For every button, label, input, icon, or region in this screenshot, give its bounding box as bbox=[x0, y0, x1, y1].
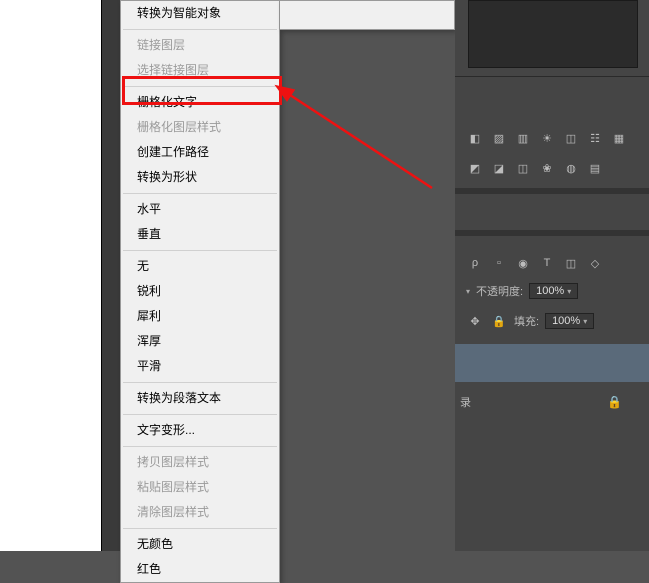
chevron-down-icon[interactable]: ▾ bbox=[466, 287, 470, 296]
canvas-area bbox=[0, 0, 102, 551]
adjustment-icon[interactable]: ◫ bbox=[562, 130, 580, 146]
adjustment-icon[interactable]: ❀ bbox=[538, 160, 556, 176]
menu-vertical[interactable]: 垂直 bbox=[121, 222, 279, 247]
fill-label: 填充: bbox=[514, 313, 539, 329]
menu-convert-smart[interactable]: 转换为智能对象 bbox=[121, 1, 279, 26]
adjustment-icon[interactable]: ▤ bbox=[586, 160, 604, 176]
separator bbox=[123, 382, 277, 383]
menu-create-path[interactable]: 创建工作路径 bbox=[121, 140, 279, 165]
eye-icon[interactable]: ◉ bbox=[514, 255, 532, 271]
move-icon[interactable]: ✥ bbox=[466, 313, 484, 329]
adjustment-icon[interactable]: ◩ bbox=[466, 160, 484, 176]
separator bbox=[123, 414, 277, 415]
adjustment-icon[interactable]: ▨ bbox=[490, 130, 508, 146]
separator bbox=[123, 528, 277, 529]
menu-no-color[interactable]: 无颜色 bbox=[121, 532, 279, 557]
adjustment-icon[interactable]: ◧ bbox=[466, 130, 484, 146]
adjustment-icon[interactable]: ▥ bbox=[514, 130, 532, 146]
annotation-arrow bbox=[272, 78, 462, 208]
menu-copy-style: 拷贝图层样式 bbox=[121, 450, 279, 475]
adjustment-icon[interactable]: ◍ bbox=[562, 160, 580, 176]
adjustment-icon[interactable]: ◫ bbox=[514, 160, 532, 176]
lock-icon[interactable]: 🔒 bbox=[490, 313, 508, 329]
separator bbox=[123, 250, 277, 251]
menu-link-layers: 链接图层 bbox=[121, 33, 279, 58]
menu-paragraph[interactable]: 转换为段落文本 bbox=[121, 386, 279, 411]
opacity-label: 不透明度: bbox=[476, 283, 523, 299]
separator bbox=[123, 193, 277, 194]
menu-clear-style: 清除图层样式 bbox=[121, 500, 279, 525]
menu-rasterize-style: 栅格化图层样式 bbox=[121, 115, 279, 140]
layer-context-menu: 转换为智能对象 链接图层 选择链接图层 栅格化文字 栅格化图层样式 创建工作路径… bbox=[120, 0, 280, 583]
adjustment-icon[interactable]: ☷ bbox=[586, 130, 604, 146]
menu-aa-strong[interactable]: 浑厚 bbox=[121, 329, 279, 354]
opacity-value[interactable]: 100%▾ bbox=[529, 283, 578, 299]
menu-aa-smooth[interactable]: 平滑 bbox=[121, 354, 279, 379]
type-icon[interactable]: T bbox=[538, 255, 556, 271]
panel-divider bbox=[455, 230, 649, 236]
fill-value[interactable]: 100%▾ bbox=[545, 313, 594, 329]
panel-divider bbox=[455, 76, 649, 77]
submenu-flyout bbox=[280, 0, 455, 30]
panel-divider bbox=[455, 188, 649, 194]
right-panels bbox=[455, 0, 649, 551]
menu-warp-text[interactable]: 文字变形... bbox=[121, 418, 279, 443]
adjustment-icon[interactable]: ☀ bbox=[538, 130, 556, 146]
adjustment-icon[interactable]: ◪ bbox=[490, 160, 508, 176]
adjustment-icon[interactable]: ▦ bbox=[610, 130, 628, 146]
separator bbox=[123, 86, 277, 87]
smart-icon[interactable]: ◇ bbox=[586, 255, 604, 271]
chevron-down-icon: ▾ bbox=[583, 317, 587, 326]
separator bbox=[123, 446, 277, 447]
separator bbox=[123, 29, 277, 30]
menu-red[interactable]: 红色 bbox=[121, 557, 279, 582]
menu-aa-sharp[interactable]: 锐利 bbox=[121, 279, 279, 304]
menu-paste-style: 粘贴图层样式 bbox=[121, 475, 279, 500]
navigator-thumbnail[interactable] bbox=[468, 0, 638, 68]
menu-select-linked: 选择链接图层 bbox=[121, 58, 279, 83]
layer-row-selected[interactable] bbox=[455, 344, 649, 382]
menu-aa-none[interactable]: 无 bbox=[121, 254, 279, 279]
layer-icon[interactable]: ▫ bbox=[490, 255, 508, 271]
menu-aa-crisp[interactable]: 犀利 bbox=[121, 304, 279, 329]
menu-rasterize-type[interactable]: 栅格化文字 bbox=[121, 90, 279, 115]
filter-icon[interactable]: ρ bbox=[466, 255, 484, 271]
shape-icon[interactable]: ◫ bbox=[562, 255, 580, 271]
layer-name-partial[interactable]: 录 bbox=[460, 394, 471, 410]
menu-convert-shape[interactable]: 转换为形状 bbox=[121, 165, 279, 190]
chevron-down-icon: ▾ bbox=[567, 287, 571, 296]
menu-horizontal[interactable]: 水平 bbox=[121, 197, 279, 222]
lock-icon: 🔒 bbox=[607, 395, 622, 409]
workspace-gap bbox=[102, 0, 120, 551]
